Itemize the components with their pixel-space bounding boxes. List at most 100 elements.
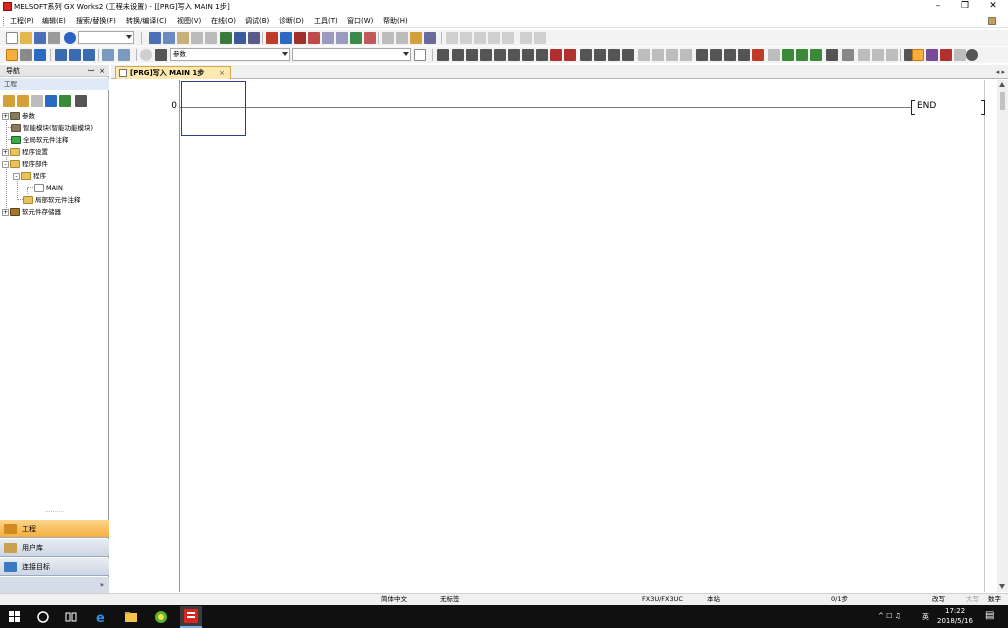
menu-window[interactable]: 窗口(W) bbox=[347, 16, 373, 26]
paste-icon[interactable] bbox=[177, 32, 189, 44]
expand-icon[interactable]: + bbox=[2, 148, 9, 156]
toolbar-icon-a[interactable] bbox=[382, 32, 394, 44]
toolbar-icon-g[interactable] bbox=[474, 32, 486, 44]
parallel-falling-icon[interactable] bbox=[622, 49, 634, 61]
remote-icon[interactable] bbox=[308, 32, 320, 44]
parts-icon[interactable] bbox=[20, 49, 32, 61]
toolbar-icon-d[interactable] bbox=[424, 32, 436, 44]
toolbar-icon-w[interactable] bbox=[796, 49, 808, 61]
toolbar-icon-q[interactable] bbox=[710, 49, 722, 61]
menu-diagnostics[interactable]: 诊断(D) bbox=[279, 16, 304, 26]
browse-icon[interactable] bbox=[414, 49, 426, 61]
device-list-icon[interactable] bbox=[83, 49, 95, 61]
tab-main-program[interactable]: [PRG]写入 MAIN 1步 × bbox=[115, 66, 231, 79]
read-mode-icon[interactable] bbox=[926, 49, 938, 61]
compile-all-icon[interactable] bbox=[364, 32, 376, 44]
toolbar-icon-h[interactable] bbox=[488, 32, 500, 44]
collapse-icon[interactable]: - bbox=[13, 172, 20, 180]
watch-icon[interactable] bbox=[55, 49, 67, 61]
save-icon[interactable] bbox=[34, 32, 46, 44]
tree-item-global-comment[interactable]: 全局软元件注释 bbox=[11, 134, 69, 146]
monitor-stop-icon[interactable] bbox=[336, 32, 348, 44]
cut-icon[interactable] bbox=[149, 32, 161, 44]
new-folder-icon[interactable] bbox=[17, 95, 29, 107]
gx-works2-taskbar-icon[interactable] bbox=[180, 606, 202, 628]
cortana-icon[interactable] bbox=[35, 609, 51, 625]
zoom-icon[interactable] bbox=[140, 49, 152, 61]
delete-vline-icon[interactable] bbox=[564, 49, 576, 61]
tree-item-program-setting[interactable]: + 程序设置 bbox=[2, 146, 48, 158]
menu-tools[interactable]: 工具(T) bbox=[314, 16, 338, 26]
nav-more-button[interactable]: » bbox=[0, 577, 109, 593]
verify-icon[interactable] bbox=[294, 32, 306, 44]
parallel-rising-icon[interactable] bbox=[608, 49, 620, 61]
compile-icon[interactable] bbox=[350, 32, 362, 44]
tab-close-icon[interactable]: × bbox=[219, 67, 225, 79]
toolbar-icon-v[interactable] bbox=[782, 49, 794, 61]
menu-convert-compile[interactable]: 转换/编译(C) bbox=[126, 16, 167, 26]
nav-button-library[interactable]: 用户库 bbox=[0, 539, 109, 557]
coil-icon[interactable] bbox=[494, 49, 506, 61]
menu-view[interactable]: 视图(V) bbox=[177, 16, 201, 26]
tree-item-main[interactable]: MAIN bbox=[34, 182, 63, 194]
parallel-no-icon[interactable] bbox=[466, 49, 478, 61]
delete-hline-icon[interactable] bbox=[550, 49, 562, 61]
write-mode-icon[interactable] bbox=[912, 49, 924, 61]
find-icon[interactable] bbox=[155, 49, 167, 61]
cross-ref-icon[interactable] bbox=[69, 49, 81, 61]
undo-icon[interactable] bbox=[191, 32, 203, 44]
clock-date[interactable]: 2018/5/16 bbox=[937, 617, 973, 625]
redo-icon[interactable] bbox=[205, 32, 217, 44]
toolbar-icon-s[interactable] bbox=[738, 49, 750, 61]
zoom-fit-icon[interactable] bbox=[966, 49, 978, 61]
toolbar-icon-j[interactable] bbox=[520, 32, 532, 44]
parameter-combo[interactable]: 参数 bbox=[170, 48, 290, 61]
delete-data-icon[interactable] bbox=[31, 95, 43, 107]
rising-edge-icon[interactable] bbox=[580, 49, 592, 61]
toolbar-icon-m[interactable] bbox=[652, 49, 664, 61]
expand-icon[interactable]: + bbox=[2, 208, 9, 216]
tree-item-intelligent-module[interactable]: 智能模块(智能功能模块) bbox=[11, 122, 93, 134]
toolbar-icon-p[interactable] bbox=[696, 49, 708, 61]
toolbar-icon-z[interactable] bbox=[842, 49, 854, 61]
ladder-editor[interactable]: 0 END bbox=[111, 80, 997, 592]
minimize-button[interactable]: – bbox=[925, 0, 951, 13]
navigation-icon[interactable] bbox=[6, 49, 18, 61]
toolbar-icon-ac[interactable] bbox=[886, 49, 898, 61]
ladder-read-icon[interactable] bbox=[234, 32, 246, 44]
vertical-scrollbar[interactable] bbox=[997, 80, 1008, 592]
task-view-icon[interactable] bbox=[63, 609, 79, 625]
splitter-grip[interactable]: ·········· bbox=[0, 510, 109, 517]
toolbar-icon-e[interactable] bbox=[446, 32, 458, 44]
tree-item-parameter[interactable]: + 参数 bbox=[2, 110, 35, 122]
menu-project[interactable]: 工程(P) bbox=[10, 16, 34, 26]
contact-no-icon[interactable] bbox=[437, 49, 449, 61]
statement-icon[interactable] bbox=[118, 49, 130, 61]
properties-icon[interactable] bbox=[45, 95, 57, 107]
print-icon[interactable] bbox=[48, 32, 60, 44]
toolbar-icon-i[interactable] bbox=[502, 32, 514, 44]
close-button[interactable]: ✕ bbox=[980, 0, 1006, 13]
pin-icon[interactable]: ꟷ bbox=[88, 65, 94, 77]
edge-browser-icon[interactable]: e bbox=[94, 609, 110, 626]
app-green-icon[interactable] bbox=[153, 609, 169, 625]
tree-item-program[interactable]: - 程序 bbox=[13, 170, 46, 182]
instruction-icon[interactable] bbox=[508, 49, 520, 61]
scroll-thumb[interactable] bbox=[1000, 92, 1005, 110]
toolbar-icon-l[interactable] bbox=[638, 49, 650, 61]
plc-read-icon[interactable] bbox=[280, 32, 292, 44]
copy-icon[interactable] bbox=[163, 32, 175, 44]
falling-edge-icon[interactable] bbox=[594, 49, 606, 61]
tray-icons[interactable]: ^ ☐ ♫ bbox=[878, 612, 901, 620]
comment-icon[interactable] bbox=[102, 49, 114, 61]
toolbar-icon-o[interactable] bbox=[680, 49, 692, 61]
hline-icon[interactable] bbox=[522, 49, 534, 61]
scroll-up-icon[interactable] bbox=[999, 82, 1005, 87]
expand-menu-icon[interactable] bbox=[75, 95, 87, 107]
end-instruction[interactable]: END bbox=[917, 100, 936, 112]
collapse-icon[interactable]: - bbox=[2, 160, 9, 168]
open-data-icon[interactable] bbox=[59, 95, 71, 107]
toolbar-icon-ab[interactable] bbox=[872, 49, 884, 61]
file-explorer-icon[interactable] bbox=[123, 609, 139, 625]
help-icon[interactable] bbox=[64, 32, 76, 44]
